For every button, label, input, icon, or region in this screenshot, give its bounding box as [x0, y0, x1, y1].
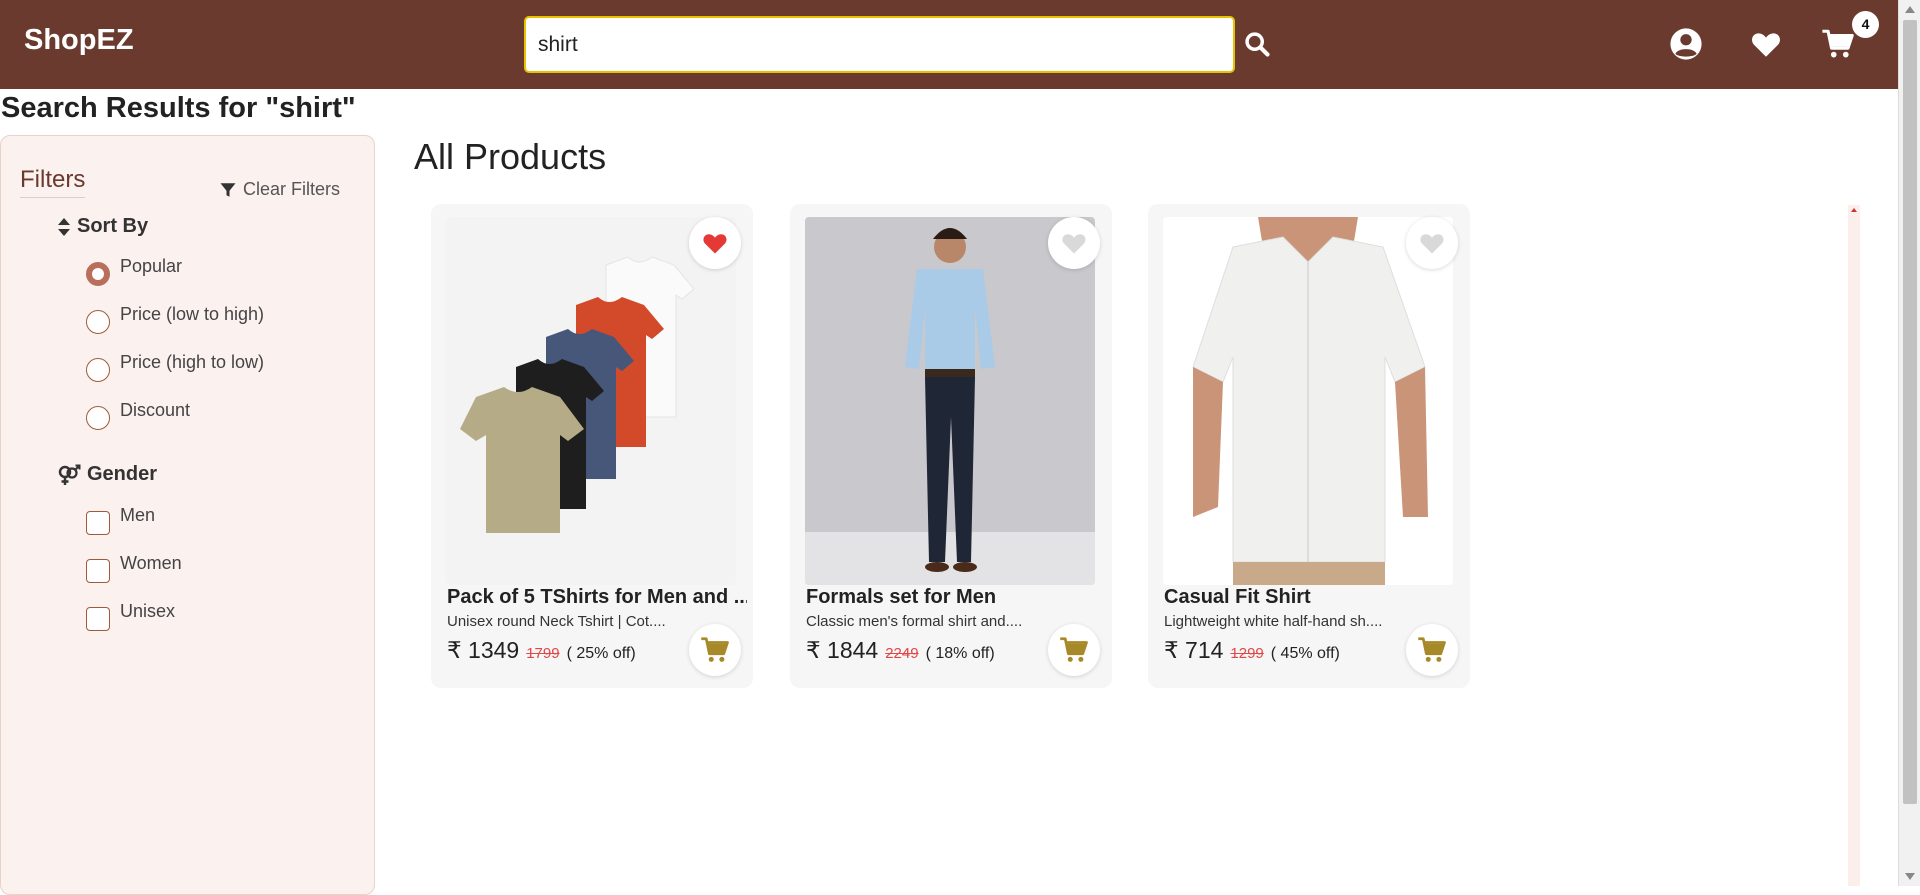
sort-by-heading: Sort By — [57, 215, 148, 238]
gender-icon — [58, 464, 81, 485]
product-description: Unisex round Neck Tshirt | Cot.... — [447, 613, 666, 630]
checkbox-unisex[interactable] — [86, 607, 110, 631]
search-results-title: Search Results for "shirt" — [1, 92, 356, 124]
gender-option-label: Women — [120, 553, 182, 573]
gender-option-unisex[interactable]: Unisex — [86, 601, 175, 631]
main-title: All Products — [414, 136, 607, 177]
product-card[interactable]: Casual Fit Shirt Lightweight white half-… — [1148, 204, 1470, 688]
add-to-cart-button[interactable] — [689, 624, 741, 676]
product-price: ₹ 1349 — [447, 637, 520, 663]
filter-icon — [220, 182, 236, 197]
product-discount: ( 25% off) — [566, 645, 636, 662]
product-image[interactable] — [805, 217, 1095, 585]
product-image[interactable] — [1163, 217, 1453, 585]
sort-option-label: Discount — [120, 400, 191, 420]
sort-option-price-low-high[interactable]: Price (low to high) — [86, 304, 264, 334]
filters-title: Filters — [20, 166, 86, 198]
radio-price-low-high[interactable] — [86, 310, 110, 334]
product-price: ₹ 714 — [1164, 637, 1224, 663]
add-to-cart-button[interactable] — [1048, 624, 1100, 676]
sort-option-discount[interactable]: Discount — [86, 400, 190, 430]
heart-icon[interactable] — [1749, 27, 1783, 61]
scrollbar-thumb[interactable] — [1903, 20, 1917, 804]
logo[interactable]: ShopEZ — [24, 24, 134, 57]
price-row: ₹ 714 1299 ( 45% off) — [1164, 637, 1340, 664]
sort-icon — [58, 217, 70, 236]
cart-icon — [701, 637, 729, 662]
product-name[interactable]: Casual Fit Shirt — [1164, 586, 1464, 609]
gender-option-label: Men — [120, 505, 156, 525]
radio-discount[interactable] — [86, 406, 110, 430]
clear-filters-button[interactable]: Clear Filters — [219, 179, 340, 200]
sort-option-price-high-low[interactable]: Price (high to low) — [86, 352, 264, 382]
heart-icon — [1062, 234, 1086, 254]
checkbox-men[interactable] — [86, 511, 110, 535]
cart-icon — [1060, 637, 1088, 662]
sort-option-label: Price (high to low) — [120, 352, 265, 372]
product-mrp: 1799 — [526, 645, 560, 662]
products-scrollbar[interactable] — [1848, 205, 1860, 886]
user-circle-icon[interactable] — [1669, 27, 1703, 61]
gender-label: Gender — [87, 463, 158, 485]
add-to-cart-button[interactable] — [1406, 624, 1458, 676]
clear-filters-label: Clear Filters — [243, 179, 341, 199]
gender-option-women[interactable]: Women — [86, 553, 182, 583]
gender-option-men[interactable]: Men — [86, 505, 155, 535]
product-mrp: 2249 — [885, 645, 919, 662]
sort-option-label: Popular — [120, 256, 183, 276]
favorite-button[interactable] — [689, 217, 741, 269]
product-name[interactable]: Formals set for Men — [806, 586, 1106, 609]
cart-count-badge: 4 — [1852, 11, 1879, 38]
price-row: ₹ 1844 2249 ( 18% off) — [806, 637, 995, 664]
product-discount: ( 18% off) — [925, 645, 995, 662]
sort-option-popular[interactable]: Popular — [86, 256, 182, 286]
product-description: Classic men's formal shirt and.... — [806, 613, 1023, 630]
product-name[interactable]: Pack of 5 TShirts for Men and ... — [447, 586, 747, 609]
product-discount: ( 45% off) — [1270, 645, 1340, 662]
radio-popular[interactable] — [86, 262, 110, 286]
price-row: ₹ 1349 1799 ( 25% off) — [447, 637, 636, 664]
gender-heading: Gender — [57, 463, 157, 486]
product-card[interactable]: Formals set for Men Classic men's formal… — [790, 204, 1112, 688]
product-card[interactable]: Pack of 5 TShirts for Men and ... Unisex… — [431, 204, 753, 688]
product-price: ₹ 1844 — [806, 637, 879, 663]
heart-icon — [1420, 234, 1444, 254]
sort-by-label: Sort By — [77, 215, 149, 237]
product-mrp: 1299 — [1230, 645, 1264, 662]
scroll-down-arrow-icon[interactable] — [1905, 873, 1915, 880]
heart-icon — [703, 234, 727, 254]
sort-option-label: Price (low to high) — [120, 304, 265, 324]
top-header: ShopEZ shirt 4 — [0, 0, 1898, 89]
scroll-up-arrow-icon[interactable] — [1851, 208, 1857, 212]
page-scrollbar[interactable] — [1898, 0, 1920, 886]
search-input[interactable]: shirt — [524, 16, 1235, 73]
radio-price-high-low[interactable] — [86, 358, 110, 382]
filters-sidebar: Filters Clear Filters Sort By Popular Pr… — [0, 135, 375, 895]
favorite-button[interactable] — [1406, 217, 1458, 269]
cart-icon — [1418, 637, 1446, 662]
product-image[interactable] — [446, 217, 736, 585]
scroll-up-arrow-icon[interactable] — [1905, 6, 1915, 13]
favorite-button[interactable] — [1048, 217, 1100, 269]
checkbox-women[interactable] — [86, 559, 110, 583]
product-description: Lightweight white half-hand sh.... — [1164, 613, 1383, 630]
cart-icon[interactable] — [1821, 27, 1855, 61]
gender-option-label: Unisex — [120, 601, 176, 621]
search-icon[interactable] — [1243, 30, 1271, 58]
